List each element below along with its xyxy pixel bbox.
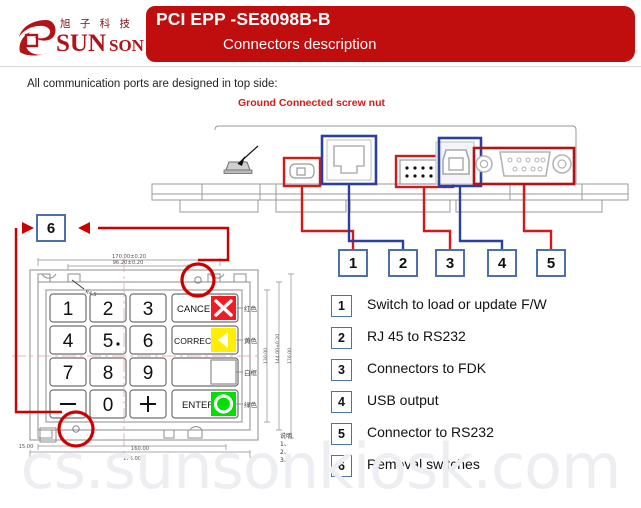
legend-label-3: Connectors to FDK (367, 360, 487, 376)
legend-num-5: 5 (331, 423, 352, 445)
port-rj45-icon (320, 134, 378, 186)
legend-num-1: 1 (331, 295, 352, 317)
callout-box-3-label: 3 (445, 254, 455, 272)
page-title: PCI EPP -SE8098B-B (156, 9, 331, 29)
legend-list: 1 Switch to load or update F/W 2 RJ 45 t… (331, 295, 631, 487)
company-logo: 旭 子 科 技 SUN SON (16, 8, 144, 60)
legend-num-2: 2 (331, 327, 352, 349)
page-root: 旭 子 科 技 SUN SON PCI EPP -SE8098B-B Conne… (0, 0, 641, 508)
legend-item-1: 1 Switch to load or update F/W (331, 295, 631, 327)
callout-box-1[interactable]: 1 (338, 249, 368, 277)
logo-chinese-text: 旭 子 科 技 (60, 18, 134, 30)
callout-box-5[interactable]: 5 (536, 249, 566, 277)
box6-leader-lines (0, 200, 330, 450)
legend-item-6: 6 Removal switches (331, 455, 631, 487)
legend-item-3: 3 Connectors to FDK (331, 359, 631, 391)
callout-box-5-label: 5 (546, 254, 556, 272)
logo-son-text: SON (109, 36, 144, 55)
page-subtitle: Connectors description (223, 36, 377, 53)
legend-item-4: 4 USB output (331, 391, 631, 423)
callout-box-1-label: 1 (348, 254, 358, 272)
title-banner: PCI EPP -SE8098B-B Connectors descriptio… (146, 6, 635, 62)
callout-box-4-label: 4 (497, 254, 507, 272)
header-divider (0, 66, 641, 67)
legend-num-3: 3 (331, 359, 352, 381)
legend-label-4: USB output (367, 392, 439, 408)
legend-num-4: 4 (331, 391, 352, 413)
legend-label-1: Switch to load or update F/W (367, 296, 547, 312)
svg-text:3、: 3、 (280, 457, 290, 464)
legend-label-5: Connector to RS232 (367, 424, 494, 440)
logo-sun-text: SUN (56, 30, 107, 57)
legend-label-2: RJ 45 to RS232 (367, 328, 466, 344)
intro-text: All communication ports are designed in … (27, 78, 278, 90)
legend-label-6: Removal switches (367, 456, 480, 472)
sunson-swoosh-icon (16, 18, 58, 56)
callout-box-3[interactable]: 3 (435, 249, 465, 277)
svg-text:2、: 2、 (280, 449, 290, 456)
port-db9-icon (472, 146, 576, 186)
callout-box-4[interactable]: 4 (487, 249, 517, 277)
svg-text:176.00: 176.00 (123, 456, 141, 462)
legend-item-5: 5 Connector to RS232 (331, 423, 631, 455)
port-switch-icon (282, 156, 322, 188)
ground-screw-nut-icon (223, 145, 259, 174)
legend-num-6: 6 (331, 455, 352, 477)
callout-box-2-label: 2 (398, 254, 408, 272)
legend-item-2: 2 RJ 45 to RS232 (331, 327, 631, 359)
callout-box-2[interactable]: 2 (388, 249, 418, 277)
